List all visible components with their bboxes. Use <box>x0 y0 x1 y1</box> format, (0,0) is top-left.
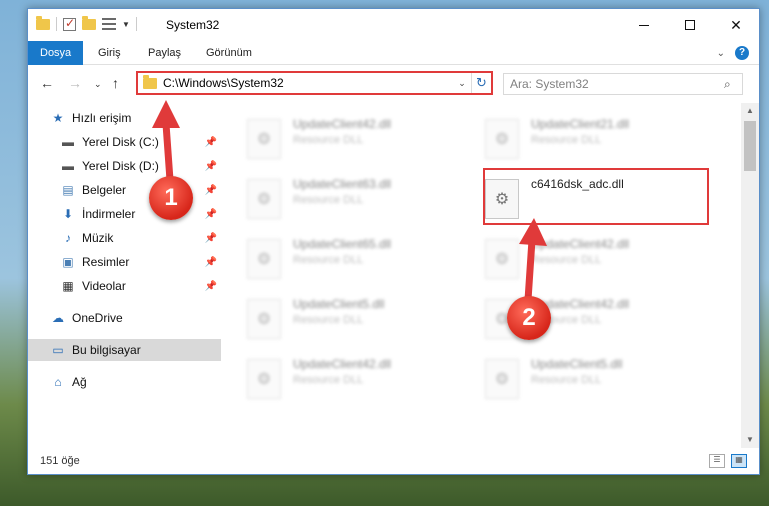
annotation-arrows <box>152 100 547 304</box>
step-badge-1: 1 <box>149 176 193 220</box>
step-badge-2: 2 <box>507 296 551 340</box>
arrow-2 <box>519 218 547 304</box>
arrow-1 <box>152 100 180 184</box>
